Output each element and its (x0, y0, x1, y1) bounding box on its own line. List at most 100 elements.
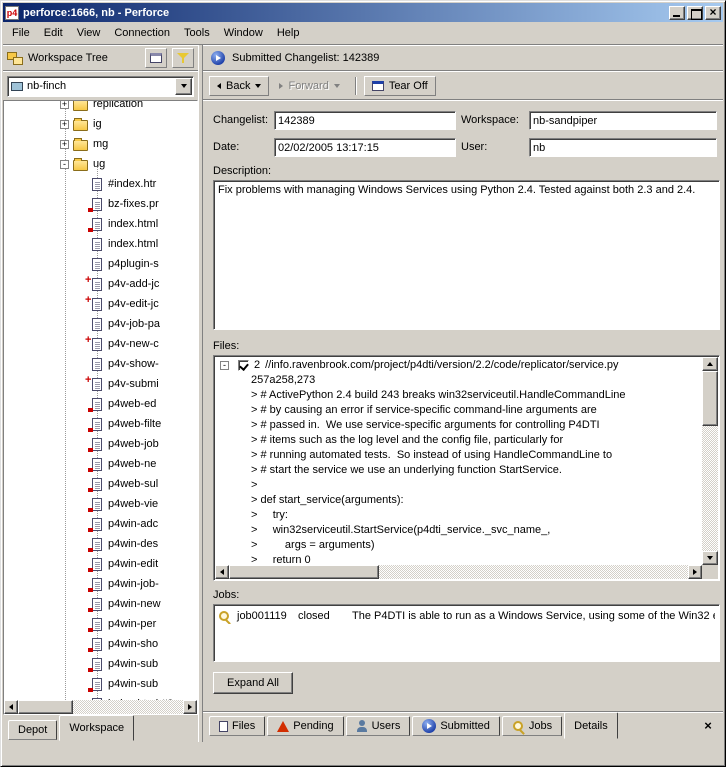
tree-item-p4web-filte[interactable]: p4web-filte (4, 414, 197, 434)
menu-connection[interactable]: Connection (107, 24, 177, 42)
file-entry[interactable]: - 2 //info.ravenbrook.com/project/p4dti/… (215, 357, 702, 373)
diff-line[interactable]: > # passed in. We use service-specific a… (215, 418, 702, 433)
files-vertical-scrollbar[interactable] (702, 357, 718, 565)
diff-line[interactable]: > args = arguments) (215, 538, 702, 553)
diff-line[interactable]: > win32serviceutil.StartService(p4dti_se… (215, 523, 702, 538)
expand-toggle-icon[interactable]: + (60, 140, 69, 149)
scroll-right-button[interactable] (688, 565, 702, 579)
expand-toggle-icon[interactable]: + (60, 120, 69, 129)
tree-horizontal-scrollbar[interactable] (4, 700, 197, 714)
tree-item-index-htr[interactable]: #index.htr (4, 174, 197, 194)
combo-dropdown-button[interactable] (175, 78, 192, 95)
diff-line[interactable]: > # ActivePython 2.4 build 243 breaks wi… (215, 388, 702, 403)
user-field[interactable] (529, 138, 717, 157)
tree-item-p4win-sho[interactable]: p4win-sho (4, 634, 197, 654)
scrollbar-thumb[interactable] (229, 565, 379, 579)
tree-item-index-html[interactable]: index.html (4, 234, 197, 254)
scrollbar-track[interactable] (18, 700, 183, 714)
workspace-field[interactable] (529, 111, 717, 130)
scroll-up-button[interactable] (702, 357, 718, 371)
diff-line[interactable]: 257a258,273 (215, 373, 702, 388)
menu-edit[interactable]: Edit (37, 24, 70, 42)
tree-item-p4v-add-jc[interactable]: p4v-add-jc (4, 274, 197, 294)
tree-item-p4win-sub[interactable]: p4win-sub (4, 654, 197, 674)
scrollbar-thumb[interactable] (18, 700, 73, 714)
minimize-button[interactable] (669, 6, 685, 20)
menu-tools[interactable]: Tools (177, 24, 217, 42)
changelist-field[interactable] (274, 111, 456, 130)
scrollbar-track[interactable] (702, 371, 718, 551)
diff-line[interactable]: > (215, 478, 702, 493)
forward-button[interactable]: Forward (271, 76, 347, 96)
tab-details[interactable]: Details (564, 712, 618, 739)
tree-item-ug[interactable]: -ug (4, 154, 197, 174)
tree-item-p4v-submi[interactable]: p4v-submi (4, 374, 197, 394)
expand-toggle-icon[interactable]: - (60, 160, 69, 169)
tab-submitted[interactable]: Submitted (412, 716, 500, 736)
menu-file[interactable]: File (5, 24, 37, 42)
workspace-combobox[interactable]: nb-finch (7, 76, 194, 97)
scroll-right-button[interactable] (183, 700, 197, 714)
tree-item-p4web-ne[interactable]: p4web-ne (4, 454, 197, 474)
scrollbar-track[interactable] (229, 565, 688, 579)
menu-help[interactable]: Help (270, 24, 307, 42)
tree-item-p4web-job[interactable]: p4web-job (4, 434, 197, 454)
workspace-tree[interactable]: +replication+ig+mg-ug#index.htrbz-fixes.… (4, 101, 197, 700)
tab-pending[interactable]: Pending (267, 716, 343, 736)
close-button[interactable] (705, 6, 721, 20)
tree-item-p4web-ed[interactable]: p4web-ed (4, 394, 197, 414)
job-entry[interactable]: job001119closedThe P4DTI is able to run … (218, 608, 715, 624)
jobs-box[interactable]: job001119closedThe P4DTI is able to run … (213, 604, 720, 662)
diff-line[interactable]: > # start the service we use an underlyi… (215, 463, 702, 478)
files-horizontal-scrollbar[interactable] (215, 565, 702, 579)
tear-off-button[interactable]: Tear Off (364, 76, 436, 96)
tree-item-p4v-show[interactable]: p4v-show- (4, 354, 197, 374)
tree-item-p4win-sub[interactable]: p4win-sub (4, 674, 197, 694)
tab-jobs[interactable]: Jobs (502, 716, 562, 736)
back-button[interactable]: Back (209, 76, 269, 96)
date-field[interactable] (274, 138, 456, 157)
tree-item-index-html[interactable]: index.html (4, 214, 197, 234)
description-box[interactable]: Fix problems with managing Windows Servi… (213, 180, 720, 330)
diff-line[interactable]: > # by causing an error if service-speci… (215, 403, 702, 418)
filter-button[interactable] (172, 48, 194, 68)
diff-line[interactable]: > def start_service(arguments): (215, 493, 702, 508)
collapse-toggle-icon[interactable]: - (220, 361, 229, 370)
menu-view[interactable]: View (70, 24, 108, 42)
close-panel-icon[interactable]: × (701, 720, 715, 734)
files-list[interactable]: - 2 //info.ravenbrook.com/project/p4dti/… (215, 357, 702, 565)
tree-item-ig[interactable]: +ig (4, 114, 197, 134)
tree-view-options-button[interactable] (145, 48, 167, 68)
tree-item-p4win-job[interactable]: p4win-job- (4, 574, 197, 594)
tree-item-p4plugin-s[interactable]: p4plugin-s (4, 254, 197, 274)
tree-item-bz-fixes-pr[interactable]: bz-fixes.pr (4, 194, 197, 214)
tree-item-p4win-new[interactable]: p4win-new (4, 594, 197, 614)
scroll-left-button[interactable] (4, 700, 18, 714)
scroll-down-button[interactable] (702, 551, 718, 565)
expand-toggle-icon[interactable]: + (60, 101, 69, 109)
file-checkbox[interactable] (238, 360, 249, 371)
diff-line[interactable]: > # running automated tests. So instead … (215, 448, 702, 463)
tree-item-p4win-des[interactable]: p4win-des (4, 534, 197, 554)
tree-item-p4win-edit[interactable]: p4win-edit (4, 554, 197, 574)
tree-item-mg[interactable]: +mg (4, 134, 197, 154)
scrollbar-thumb[interactable] (702, 371, 718, 426)
diff-line[interactable]: > # items such as the log level and the … (215, 433, 702, 448)
menu-window[interactable]: Window (217, 24, 270, 42)
tab-depot[interactable]: Depot (8, 720, 57, 740)
title-bar[interactable]: perforce:1666, nb - Perforce (3, 3, 723, 22)
tree-item-p4win-adc[interactable]: p4win-adc (4, 514, 197, 534)
tab-files[interactable]: Files (209, 716, 265, 736)
expand-all-button[interactable]: Expand All (213, 672, 293, 694)
diff-line[interactable]: > try: (215, 508, 702, 523)
diff-line[interactable]: > return 0 (215, 553, 702, 565)
tree-item-p4v-job-pa[interactable]: p4v-job-pa (4, 314, 197, 334)
tree-item-p4win-per[interactable]: p4win-per (4, 614, 197, 634)
tree-item-p4v-edit-jc[interactable]: p4v-edit-jc (4, 294, 197, 314)
tab-workspace[interactable]: Workspace (59, 715, 134, 741)
tree-item-p4v-new-c[interactable]: p4v-new-c (4, 334, 197, 354)
tree-item-p4web-sul[interactable]: p4web-sul (4, 474, 197, 494)
scroll-left-button[interactable] (215, 565, 229, 579)
maximize-button[interactable] (687, 6, 703, 20)
tree-item-replication[interactable]: +replication (4, 101, 197, 114)
